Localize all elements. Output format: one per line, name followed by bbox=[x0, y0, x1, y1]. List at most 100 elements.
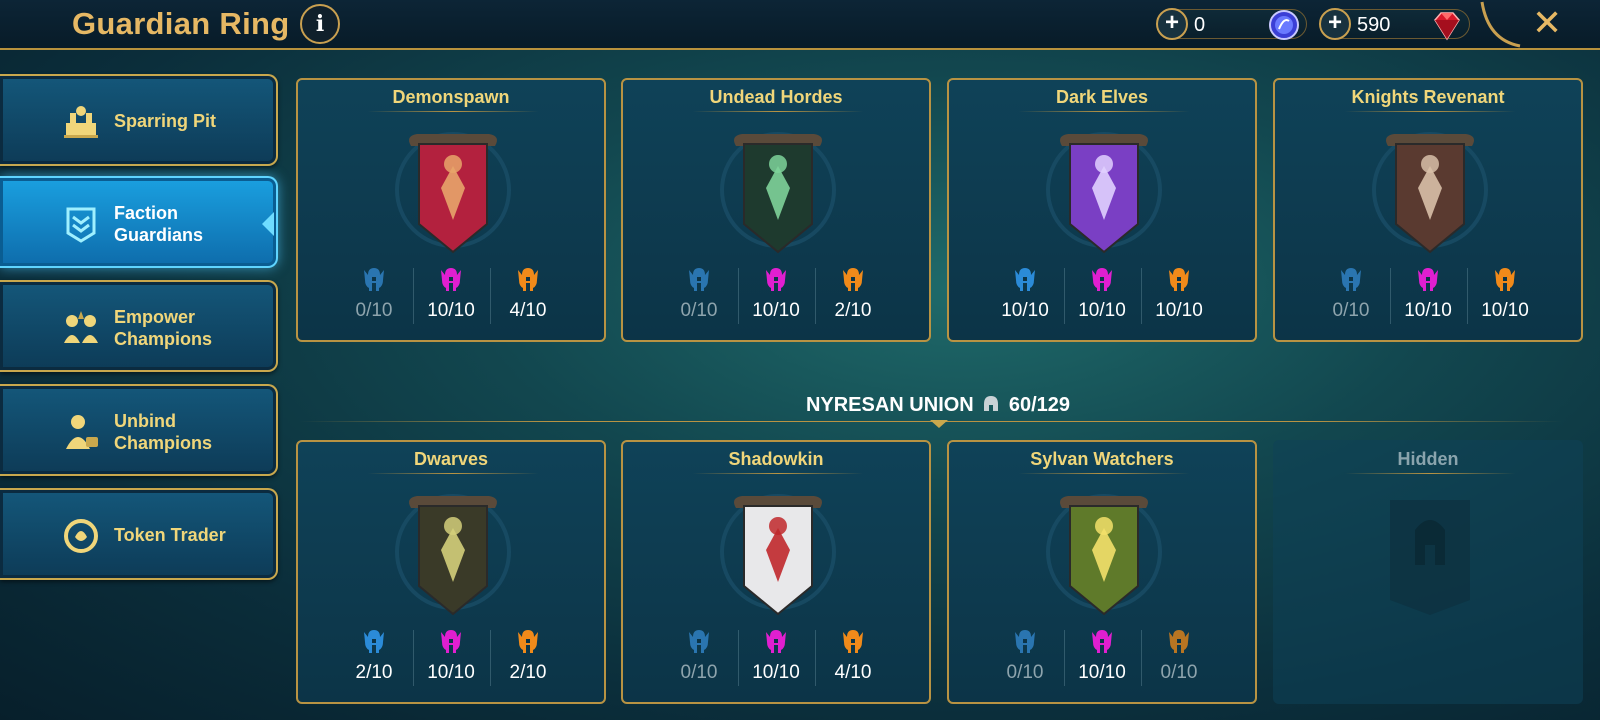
sidebar-item-label: Token Trader bbox=[114, 525, 226, 545]
faction-card-knights-revenant[interactable]: Knights Revenant 0/10 10/10 10/10 bbox=[1273, 78, 1583, 342]
stat-slot: 4/10 bbox=[814, 626, 892, 690]
stat-slot: 0/10 bbox=[660, 264, 738, 328]
red-gem-icon bbox=[1434, 12, 1460, 41]
stat-value: 10/10 bbox=[1078, 300, 1126, 321]
corner-ornament bbox=[1480, 1, 1521, 48]
stat-slot: 4/10 bbox=[489, 264, 567, 328]
stat-slot: 10/10 bbox=[1063, 264, 1141, 328]
stat-value: 0/10 bbox=[680, 300, 718, 321]
unbind-champions-icon bbox=[66, 415, 98, 449]
active-indicator bbox=[262, 212, 274, 236]
stat-value: 10/10 bbox=[1078, 662, 1126, 683]
helmet-icon bbox=[984, 396, 999, 411]
sidebar-item-empower-champions[interactable]: Empower Champions bbox=[0, 280, 278, 372]
faction-card-shadowkin[interactable]: Shadowkin 0/10 10/10 4/10 bbox=[621, 440, 931, 704]
sidebar-item-label: Sparring Pit bbox=[114, 111, 217, 131]
legendary-helmet-icon bbox=[843, 268, 863, 291]
rare-helmet-icon bbox=[1015, 630, 1035, 653]
stat-slot: 10/10 bbox=[1140, 264, 1218, 328]
stat-value: 0/10 bbox=[1332, 300, 1370, 321]
stat-value: 0/10 bbox=[1006, 662, 1044, 683]
stat-value: 4/10 bbox=[834, 662, 872, 683]
sidebar-item-sparring-pit[interactable]: Sparring Pit bbox=[0, 74, 278, 166]
stat-slot: 2/10 bbox=[489, 626, 567, 690]
title-divider bbox=[1019, 473, 1189, 474]
top-bar: Guardian Ring i + 0 + 590 ✕ bbox=[0, 0, 1600, 50]
stat-divider bbox=[1064, 268, 1065, 324]
faction-name: Dark Elves bbox=[1055, 87, 1149, 107]
faction-guardians-icon bbox=[66, 207, 96, 243]
stat-value: 10/10 bbox=[1001, 300, 1049, 321]
faction-card-demonspawn[interactable]: Demonspawn 0/10 10/10 4/10 bbox=[296, 78, 606, 342]
faction-card-dark-elves[interactable]: Dark Elves 10/10 10/10 10/10 bbox=[947, 78, 1257, 342]
faction-name: Demonspawn bbox=[392, 87, 510, 107]
rare-helmet-icon bbox=[689, 630, 709, 653]
faction-card-dwarves[interactable]: Dwarves 2/10 10/10 2/10 bbox=[296, 440, 606, 704]
stat-value: 0/10 bbox=[1160, 662, 1198, 683]
stat-value: 10/10 bbox=[1404, 300, 1452, 321]
legendary-helmet-icon bbox=[1169, 630, 1189, 653]
faction-name: Shadowkin bbox=[728, 449, 824, 469]
stat-value: 10/10 bbox=[427, 662, 475, 683]
stat-slot: 0/10 bbox=[1140, 626, 1218, 690]
stat-slot: 0/10 bbox=[986, 626, 1064, 690]
faction-banner-icon bbox=[395, 494, 511, 616]
sidebar-item-label-2: Guardians bbox=[114, 225, 204, 245]
stat-value: 0/10 bbox=[355, 300, 393, 321]
stat-value: 4/10 bbox=[509, 300, 547, 321]
legendary-helmet-icon bbox=[843, 630, 863, 653]
stat-divider bbox=[490, 630, 491, 686]
faction-stats: 0/10 10/10 10/10 bbox=[1275, 264, 1581, 328]
stat-divider bbox=[413, 268, 414, 324]
info-button[interactable]: i bbox=[300, 4, 340, 44]
epic-helmet-icon bbox=[1092, 268, 1112, 291]
stat-value: 2/10 bbox=[834, 300, 872, 321]
stat-value: 10/10 bbox=[427, 300, 475, 321]
epic-helmet-icon bbox=[1092, 630, 1112, 653]
stat-value: 10/10 bbox=[752, 662, 800, 683]
faction-stats: 0/10 10/10 4/10 bbox=[298, 264, 604, 328]
faction-card-undead-hordes[interactable]: Undead Hordes 0/10 10/10 2/10 bbox=[621, 78, 931, 342]
rare-helmet-icon bbox=[364, 268, 384, 291]
page-title: Guardian Ring bbox=[72, 6, 290, 41]
faction-banner-icon bbox=[720, 132, 836, 254]
title-divider bbox=[1345, 473, 1515, 474]
add-silver-button[interactable]: + bbox=[1156, 8, 1188, 40]
faction-card-hidden[interactable]: Hidden bbox=[1273, 440, 1583, 704]
rare-helmet-icon bbox=[364, 630, 384, 653]
gems-value: 590 bbox=[1357, 14, 1391, 36]
faction-banner-icon bbox=[395, 132, 511, 254]
stat-slot: 10/10 bbox=[986, 264, 1064, 328]
faction-name: Knights Revenant bbox=[1351, 87, 1505, 107]
legendary-helmet-icon bbox=[518, 268, 538, 291]
sidebar-item-label-2: Champions bbox=[114, 329, 213, 349]
add-gems-button[interactable]: + bbox=[1319, 8, 1351, 40]
stat-divider bbox=[1141, 630, 1142, 686]
stat-divider bbox=[738, 630, 739, 686]
title-divider bbox=[368, 473, 538, 474]
faction-card-sylvan-watchers[interactable]: Sylvan Watchers 0/10 10/10 0/10 bbox=[947, 440, 1257, 704]
blue-coin-icon bbox=[1269, 10, 1299, 40]
faction-name: Hidden bbox=[1397, 449, 1459, 469]
faction-banner-icon bbox=[1372, 132, 1488, 254]
close-button[interactable]: ✕ bbox=[1532, 3, 1562, 44]
union-summary: NYRESAN UNION 60/129 bbox=[0, 394, 1600, 417]
faction-name: Undead Hordes bbox=[709, 87, 843, 107]
stat-divider bbox=[490, 268, 491, 324]
legendary-helmet-icon bbox=[1169, 268, 1189, 291]
epic-helmet-icon bbox=[766, 268, 786, 291]
stat-slot: 10/10 bbox=[1466, 264, 1544, 328]
faction-name: Sylvan Watchers bbox=[1030, 449, 1174, 469]
sidebar-item-faction-guardians[interactable]: Faction Guardians bbox=[0, 176, 278, 268]
title-divider bbox=[368, 111, 538, 112]
title-divider bbox=[1019, 111, 1189, 112]
stat-slot: 0/10 bbox=[660, 626, 738, 690]
union-divider-arrow bbox=[930, 420, 948, 428]
faction-stats: 0/10 10/10 4/10 bbox=[623, 626, 929, 690]
union-label: NYRESAN UNION bbox=[805, 394, 974, 416]
stat-value: 10/10 bbox=[1481, 300, 1529, 321]
sidebar-item-label-2: Champions bbox=[114, 433, 213, 453]
faction-banner-icon bbox=[720, 494, 836, 616]
sidebar-item-token-trader[interactable]: Token Trader bbox=[0, 488, 278, 580]
empower-champions-icon bbox=[64, 311, 98, 343]
